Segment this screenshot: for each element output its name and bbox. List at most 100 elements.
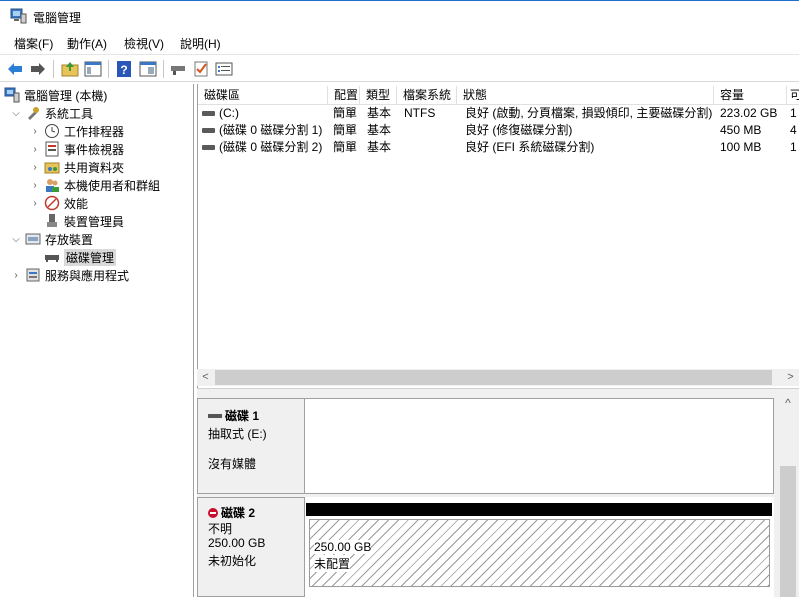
forward-icon[interactable] [28,59,48,79]
column-header-type[interactable]: 類型 [360,86,397,105]
column-header-free[interactable]: 可 [787,86,799,105]
chevron-down-icon[interactable]: ⌵ [10,234,22,245]
console-tree: 電腦管理 (本機) ⌵ 系統工具 › 工作排程器 › 事件檢視器 › 共用資料夾… [0,84,194,597]
menu-action[interactable]: 動作(A) [67,35,107,52]
volume-name: (磁碟 0 磁碟分割 2) [219,140,323,154]
volume-type: 基本 [367,123,392,137]
menu-help[interactable]: 說明(H) [180,35,221,52]
chevron-down-icon[interactable]: ⌵ [10,108,22,119]
volume-list-hscrollbar[interactable]: < > [197,369,799,386]
table-row[interactable]: (C:) 簡單 基本 NTFS 良好 (啟動, 分頁檔案, 損毀傾印, 主要磁碟… [198,105,799,122]
disk-name: 磁碟 1 [225,409,260,423]
volume-icon [202,128,215,134]
volume-name: (磁碟 0 磁碟分割 1) [219,123,323,137]
scroll-up-icon[interactable]: ^ [777,394,799,412]
computer-management-icon [10,8,27,24]
volume-filesystem [404,139,457,156]
scrollbar-thumb[interactable] [780,466,796,597]
column-headers: 磁碟區 配置 類型 檔案系統 狀態 容量 可 [198,86,799,105]
column-header-filesystem[interactable]: 檔案系統 [397,86,457,105]
unallocated-partition[interactable]: 250.00 GB 未配置 [309,519,770,587]
title-bar: 電腦管理 [0,0,799,31]
tree-item-performance[interactable]: › 效能 [29,194,88,212]
partition-label: 未配置 [314,555,351,572]
svg-text:?: ? [120,63,127,77]
tree-item-label: 服務與應用程式 [45,268,130,283]
disk-2-info[interactable]: 磁碟 2 不明 250.00 GB 未初始化 [197,497,305,597]
volume-icon [202,111,215,117]
chevron-right-icon[interactable]: › [29,180,41,191]
volume-capacity: 223.02 GB [720,106,778,120]
menu-view[interactable]: 檢視(V) [124,35,164,52]
chevron-right-icon[interactable]: › [10,270,22,281]
tree-item-label: 事件檢視器 [64,142,125,157]
chevron-right-icon[interactable]: › [29,198,41,209]
volume-layout: 簡單 [333,140,358,154]
scrollbar-thumb[interactable] [215,370,772,385]
chevron-right-icon[interactable]: › [29,126,41,137]
volume-layout: 簡單 [333,123,358,137]
console-tree-icon[interactable] [83,59,103,79]
tree-item-shared-folders[interactable]: › 共用資料夾 [29,158,124,176]
volume-name: (C:) [219,106,239,120]
volume-type: 基本 [367,106,392,120]
tree-item-label: 存放裝置 [45,232,94,247]
check-icon[interactable] [191,59,211,79]
disk-1-info[interactable]: 磁碟 1 抽取式 (E:) 沒有媒體 [197,398,305,494]
tree-item-label: 系統工具 [45,106,94,121]
menu-file[interactable]: 檔案(F) [14,35,53,52]
tree-item-label: 裝置管理員 [64,214,125,229]
volume-free: 1 [790,106,797,120]
disk-name: 磁碟 2 [221,506,256,520]
tree-item-label: 電腦管理 (本機) [24,88,108,103]
partition-size: 250.00 GB [314,540,372,554]
chevron-right-icon[interactable]: › [29,144,41,155]
storage-icon [25,233,41,245]
disk-size: 250.00 GB [208,536,266,550]
window-title: 電腦管理 [33,11,82,25]
toolbar: ? [0,54,799,82]
column-header-status[interactable]: 狀態 [457,86,714,105]
tree-item-label: 工作排程器 [64,124,125,139]
scroll-right-icon[interactable]: > [782,369,799,386]
list-icon[interactable] [214,59,234,79]
tree-item-device-manager[interactable]: 裝置管理員 [41,212,124,230]
table-row[interactable]: (磁碟 0 磁碟分割 2) 簡單 基本 良好 (EFI 系統磁碟分割) 100 … [198,139,799,156]
tree-item-label: 磁碟管理 [64,248,117,266]
task-scheduler-icon [45,124,59,138]
back-icon[interactable] [5,59,25,79]
tree-item-local-users-groups[interactable]: › 本機使用者和群組 [29,176,160,194]
tree-item-computer-management[interactable]: 電腦管理 (本機) [4,86,107,104]
performance-icon [44,195,60,211]
chevron-right-icon[interactable]: › [29,162,41,173]
tree-item-disk-management[interactable]: 磁碟管理 [41,248,117,266]
tree-item-label: 共用資料夾 [64,160,125,175]
disk-view-vscrollbar[interactable]: ^ [777,394,799,597]
tree-item-storage[interactable]: ⌵ 存放裝置 [10,230,93,248]
volume-status: 良好 (EFI 系統磁碟分割) [465,140,595,154]
scroll-left-icon[interactable]: < [197,369,214,386]
shared-folders-icon [44,162,60,174]
tree-item-task-scheduler[interactable]: › 工作排程器 [29,122,124,140]
disk-type: 抽取式 (E:) [208,427,267,441]
tree-item-label: 本機使用者和群組 [64,178,161,193]
column-header-volume[interactable]: 磁碟區 [198,86,328,105]
disk-1-area [305,398,774,494]
volume-capacity: 450 MB [720,123,762,137]
column-header-layout[interactable]: 配置 [328,86,360,105]
menu-bar: 檔案(F) 動作(A) 檢視(V) 說明(H) [0,31,799,53]
tree-item-system-tools[interactable]: ⌵ 系統工具 [10,104,93,122]
column-header-capacity[interactable]: 容量 [714,86,787,105]
up-folder-icon[interactable] [60,59,80,79]
system-tools-icon [28,107,39,120]
help-icon[interactable]: ? [114,59,134,79]
table-row[interactable]: (磁碟 0 磁碟分割 1) 簡單 基本 良好 (修復磁碟分割) 450 MB 4 [198,122,799,139]
properties-icon[interactable] [138,59,158,79]
volume-filesystem [404,122,457,139]
tree-item-services-applications[interactable]: › 服務與應用程式 [10,266,129,284]
connect-icon[interactable] [168,59,188,79]
users-groups-icon [46,179,59,192]
volume-layout: 簡單 [333,106,358,120]
tree-item-event-viewer[interactable]: › 事件檢視器 [29,140,124,158]
tree-item-label: 效能 [64,196,89,211]
